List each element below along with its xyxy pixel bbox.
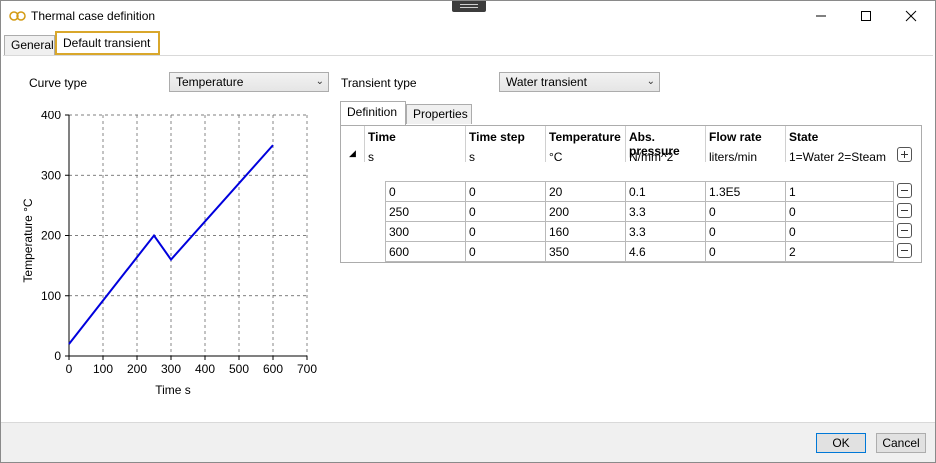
sort-triangle-icon: ◢ — [349, 148, 356, 158]
thermal-case-window: Thermal case definition General Default … — [0, 0, 936, 463]
x-tick-label: 0 — [66, 362, 73, 376]
cell-state[interactable]: 2 — [785, 241, 894, 262]
column-unit: s — [368, 150, 374, 164]
y-tick-label: 0 — [54, 349, 61, 363]
maximize-icon — [861, 11, 871, 21]
cell-abs-pressure[interactable]: 3.3 — [625, 221, 706, 242]
cell-time[interactable]: 0 — [385, 181, 466, 202]
dialog-footer: OK Cancel — [1, 422, 935, 462]
y-tick-label: 200 — [41, 229, 61, 243]
cell-flow-rate[interactable]: 0 — [705, 201, 786, 222]
column-header-state[interactable]: State 1=Water 2=Steam — [786, 126, 894, 164]
cell-temperature[interactable]: 20 — [545, 181, 626, 202]
chevron-down-icon: ⌄ — [646, 76, 655, 87]
app-icon — [9, 11, 26, 21]
table-row: 250 0 200 3.3 0 0 — [385, 201, 894, 222]
cell-abs-pressure[interactable]: 0.1 — [625, 181, 706, 202]
cell-state[interactable]: 1 — [785, 181, 894, 202]
column-unit: N/mm^2 — [629, 150, 674, 164]
column-title: Time step — [469, 130, 525, 144]
y-tick-label: 100 — [41, 289, 61, 303]
cell-time-step[interactable]: 0 — [465, 221, 546, 242]
column-header-flow-rate[interactable]: Flow rate liters/min — [706, 126, 786, 164]
transient-type-select[interactable]: Water transient ⌄ — [499, 72, 660, 92]
remove-row-icon[interactable] — [897, 243, 912, 258]
column-header-temperature[interactable]: Temperature °C — [546, 126, 626, 164]
table-row: 600 0 350 4.6 0 2 — [385, 241, 894, 262]
cell-flow-rate[interactable]: 0 — [705, 221, 786, 242]
column-title: State — [789, 130, 819, 144]
x-axis-label: Time s — [155, 383, 191, 397]
cell-flow-rate[interactable]: 0 — [705, 241, 786, 262]
column-unit: 1=Water 2=Steam — [789, 150, 886, 164]
maximize-button[interactable] — [844, 1, 888, 31]
column-header-abs-pressure[interactable]: Abs. pressure N/mm^2 — [626, 126, 706, 164]
window-title: Thermal case definition — [31, 9, 156, 23]
cell-state[interactable]: 0 — [785, 221, 894, 242]
cancel-button[interactable]: Cancel — [876, 433, 926, 453]
minimize-button[interactable] — [799, 1, 843, 31]
column-title: Temperature — [549, 130, 621, 144]
cell-temperature[interactable]: 350 — [545, 241, 626, 262]
transient-type-label: Transient type — [341, 76, 417, 90]
y-axis-label: Temperature °C — [21, 198, 35, 282]
remove-row-icon[interactable] — [897, 223, 912, 238]
tab-definition[interactable]: Definition — [340, 101, 406, 125]
column-unit: liters/min — [709, 150, 758, 164]
close-icon — [905, 10, 917, 22]
cell-time-step[interactable]: 0 — [465, 241, 546, 262]
close-button[interactable] — [889, 1, 933, 31]
column-title: Time — [368, 130, 396, 144]
cell-time[interactable]: 250 — [385, 201, 466, 222]
curve-type-label: Curve type — [29, 76, 88, 90]
y-tick-label: 400 — [41, 111, 61, 122]
table-row: 0 0 20 0.1 1.3E5 1 — [385, 181, 894, 202]
cell-time-step[interactable]: 0 — [465, 181, 546, 202]
remove-row-icon[interactable] — [897, 203, 912, 218]
drag-grip-icon[interactable] — [452, 1, 486, 12]
x-tick-label: 700 — [297, 362, 317, 376]
title-bar[interactable]: Thermal case definition — [1, 1, 935, 31]
x-tick-label: 200 — [127, 362, 147, 376]
add-row-icon[interactable] — [897, 147, 912, 162]
cell-time-step[interactable]: 0 — [465, 201, 546, 222]
column-header-time[interactable]: Time s — [365, 126, 466, 164]
chevron-down-icon: ⌄ — [315, 76, 324, 87]
x-tick-label: 300 — [161, 362, 181, 376]
curve-type-value: Temperature — [176, 75, 244, 89]
x-tick-label: 500 — [229, 362, 249, 376]
cell-state[interactable]: 0 — [785, 201, 894, 222]
tab-general[interactable]: General — [4, 35, 55, 55]
table-row: 300 0 160 3.3 0 0 — [385, 221, 894, 242]
tab-default-transient[interactable]: Default transient — [55, 31, 160, 55]
transient-type-value: Water transient — [506, 75, 587, 89]
ok-button[interactable]: OK — [816, 433, 866, 453]
y-tick-label: 300 — [41, 168, 61, 182]
cell-abs-pressure[interactable]: 3.3 — [625, 201, 706, 222]
remove-row-icon[interactable] — [897, 183, 912, 198]
row-header-corner: ◢ — [341, 126, 365, 162]
cell-abs-pressure[interactable]: 4.6 — [625, 241, 706, 262]
column-unit: s — [469, 150, 475, 164]
x-tick-label: 400 — [195, 362, 215, 376]
tab-properties[interactable]: Properties — [406, 104, 472, 124]
curve-type-select[interactable]: Temperature ⌄ — [169, 72, 329, 92]
x-tick-label: 100 — [93, 362, 113, 376]
minimize-icon — [816, 15, 826, 17]
cell-flow-rate[interactable]: 1.3E5 — [705, 181, 786, 202]
column-unit: °C — [549, 150, 563, 164]
cell-temperature[interactable]: 200 — [545, 201, 626, 222]
cell-time[interactable]: 600 — [385, 241, 466, 262]
cell-time[interactable]: 300 — [385, 221, 466, 242]
temperature-chart: 0 100 200 300 400 500 600 700 0 100 200 300 400 Time … — [21, 111, 317, 397]
column-title: Flow rate — [709, 130, 762, 144]
definition-grid: ◢ Time s Time step s Temperature °C Abs.… — [340, 125, 922, 263]
data-table: 0 0 20 0.1 1.3E5 1 250 0 200 3.3 0 0 300 — [385, 181, 894, 262]
x-tick-label: 600 — [263, 362, 283, 376]
cell-temperature[interactable]: 160 — [545, 221, 626, 242]
column-header-time-step[interactable]: Time step s — [466, 126, 546, 164]
